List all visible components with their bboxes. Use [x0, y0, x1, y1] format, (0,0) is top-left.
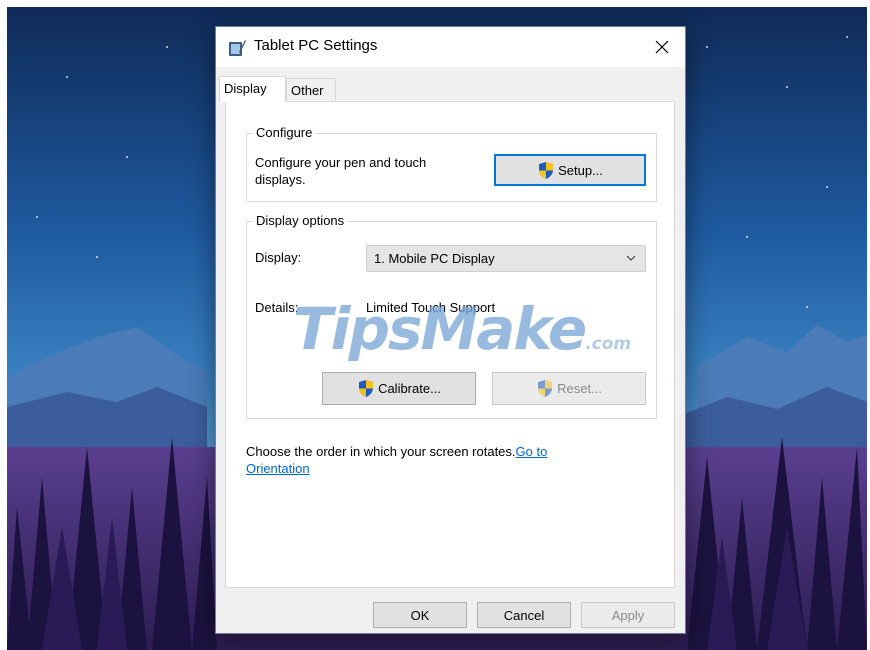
calibrate-button-label: Calibrate... — [378, 381, 441, 396]
title-bar[interactable]: Tablet PC Settings — [216, 27, 685, 67]
go-to-orientation-link-part2[interactable]: Orientation — [246, 461, 310, 476]
display-select-value: 1. Mobile PC Display — [374, 251, 495, 266]
configure-group: Configure Configure your pen and touch d… — [246, 125, 657, 202]
configure-description: Configure your pen and touch displays. — [255, 154, 426, 188]
display-select[interactable]: 1. Mobile PC Display — [366, 245, 646, 272]
display-label: Display: — [255, 250, 302, 265]
orientation-text: Choose the order in which your screen ro… — [246, 443, 666, 477]
cancel-button[interactable]: Cancel — [477, 602, 571, 628]
uac-shield-icon — [538, 380, 553, 397]
display-options-group-label: Display options — [253, 213, 348, 228]
tab-other[interactable]: Other — [286, 78, 336, 102]
ok-button-label: OK — [410, 607, 430, 623]
apply-button[interactable]: Apply — [581, 602, 675, 628]
apply-button-label: Apply — [611, 607, 645, 623]
close-icon — [655, 40, 669, 54]
close-button[interactable] — [639, 27, 685, 67]
details-label: Details: — [255, 300, 299, 315]
reset-button[interactable]: Reset... — [492, 372, 646, 405]
setup-button[interactable]: Setup... — [494, 154, 646, 186]
window-title: Tablet PC Settings — [254, 37, 378, 54]
tab-display[interactable]: Display — [219, 76, 286, 102]
setup-button-label: Setup... — [558, 162, 603, 178]
tab-other-label: Other — [291, 83, 324, 98]
tablet-settings-icon — [229, 40, 246, 56]
configure-description-line1: Configure your pen and touch — [255, 155, 427, 170]
calibrate-button[interactable]: Calibrate... — [322, 372, 476, 405]
tab-display-label: Display — [224, 81, 267, 96]
reset-button-label: Reset... — [557, 381, 602, 396]
uac-shield-icon — [539, 161, 554, 179]
configure-description-line2: displays. — [255, 172, 306, 187]
go-to-orientation-link-part1[interactable]: Go to — [516, 444, 548, 459]
watermark-suffix: .com — [585, 334, 632, 354]
orientation-description: Choose the order in which your screen ro… — [246, 444, 516, 459]
chevron-down-icon — [626, 255, 636, 261]
watermark: TipsMake.com — [293, 295, 631, 363]
cancel-button-label: Cancel — [503, 607, 545, 623]
uac-shield-icon — [359, 380, 374, 397]
desktop: Tablet PC Settings Display Other Configu… — [7, 7, 867, 650]
configure-group-label: Configure — [253, 125, 316, 140]
ok-button[interactable]: OK — [373, 602, 467, 628]
watermark-text: TipsMake — [293, 295, 587, 363]
